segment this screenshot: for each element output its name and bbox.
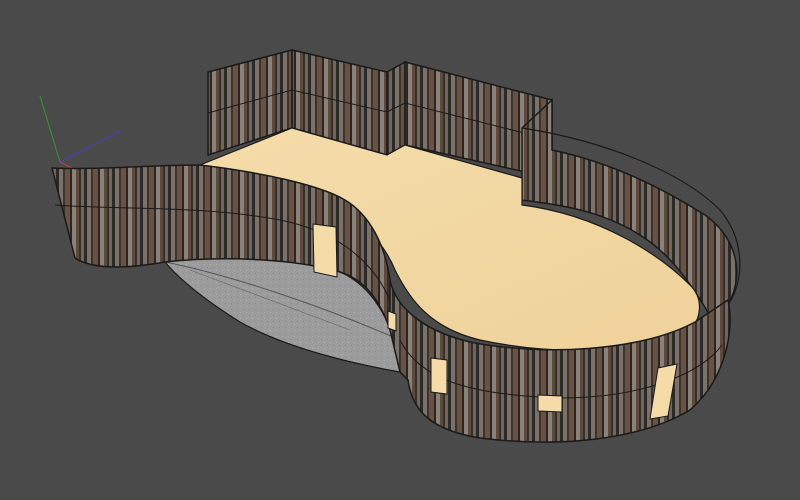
window-opening [387, 310, 397, 332]
window-opening [430, 357, 448, 395]
axis-gizmo-icon [39, 95, 123, 169]
window-opening [537, 394, 563, 413]
scene-canvas[interactable] [0, 0, 800, 500]
door-opening [312, 223, 338, 278]
3d-viewport[interactable] [0, 0, 800, 500]
